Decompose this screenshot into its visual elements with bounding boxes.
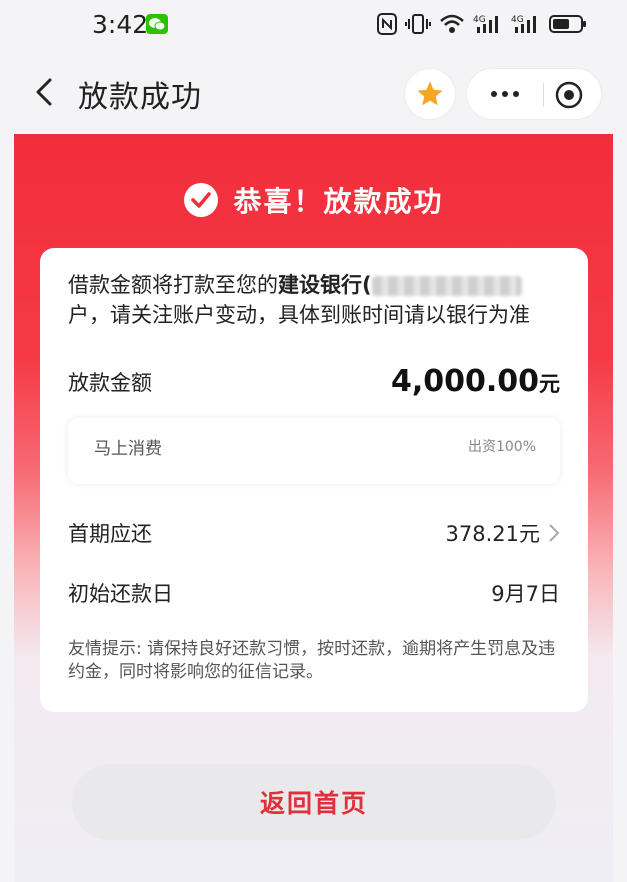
loan-amount: 4,000.00元 bbox=[391, 364, 560, 399]
hero-title: 恭喜！放款成功 bbox=[0, 180, 627, 220]
svg-text:4G: 4G bbox=[511, 15, 524, 25]
lender-box: 马上消费 出资100% bbox=[68, 418, 560, 484]
wechat-icon bbox=[146, 14, 168, 34]
page-title: 放款成功 bbox=[78, 80, 202, 115]
status-icons: 4G 4G bbox=[377, 12, 587, 36]
initial-repayment-date-row: 初始还款日 9月7日 bbox=[68, 578, 560, 608]
signal-4g-icon: 4G bbox=[473, 15, 498, 33]
status-bar: 3:42 4G 4G bbox=[0, 0, 627, 48]
favorite-button[interactable] bbox=[404, 68, 456, 120]
nav-bar: 放款成功 bbox=[0, 52, 627, 132]
capsule-divider bbox=[543, 83, 544, 107]
first-repayment-label: 首期应还 bbox=[68, 522, 152, 546]
payout-notice: 借款金额将打款至您的建设银行( 户，请关注账户变动，具体到账时间请以银行为准 bbox=[68, 270, 568, 330]
first-repayment: 378.21元 bbox=[446, 518, 560, 548]
loan-amount-unit: 元 bbox=[539, 372, 560, 396]
tips-text: 请保持良好还款习惯，按时还款，逾期将产生罚息及违约金，同时将影响您的征信记录。 bbox=[68, 639, 556, 682]
lender-share: 出资100% bbox=[467, 439, 536, 455]
svg-text:4G: 4G bbox=[473, 15, 486, 25]
star-icon bbox=[417, 81, 443, 106]
friendly-tips: 友情提示: 请保持良好还款习惯，按时还款，逾期将产生罚息及违约金，同时将影响您的… bbox=[68, 638, 562, 684]
notice-bank: 建设银行 bbox=[278, 273, 362, 297]
initial-repayment-date-label: 初始还款日 bbox=[68, 582, 173, 606]
back-icon[interactable] bbox=[28, 74, 64, 110]
wifi-icon bbox=[440, 14, 464, 33]
tips-label: 友情提示: bbox=[68, 639, 142, 659]
record-icon[interactable] bbox=[553, 79, 585, 111]
notice-prefix: 借款金额将打款至您的 bbox=[68, 273, 278, 297]
first-repayment-row[interactable]: 首期应还 378.21元 bbox=[68, 518, 560, 548]
signal-4g-icon: 4G bbox=[511, 15, 536, 33]
vibrate-icon bbox=[405, 14, 431, 34]
loan-amount-label: 放款金额 bbox=[68, 370, 152, 395]
first-repayment-value: 378.21元 bbox=[445, 522, 540, 546]
more-icon[interactable] bbox=[487, 81, 523, 107]
notice-bank-suffix: ( bbox=[362, 273, 372, 297]
chevron-right-icon bbox=[549, 524, 560, 542]
check-circle-icon bbox=[184, 183, 219, 217]
loan-amount-row: 放款金额 4,000.00元 bbox=[68, 364, 560, 399]
initial-repayment-date-value: 9月7日 bbox=[491, 582, 560, 606]
loan-info-card: 借款金额将打款至您的建设银行( 户，请关注账户变动，具体到账时间请以银行为准 放… bbox=[40, 248, 588, 712]
lender-name: 马上消费 bbox=[94, 439, 162, 459]
nfc-icon bbox=[377, 13, 397, 35]
loan-amount-value: 4,000.00 bbox=[390, 364, 539, 399]
redacted-account bbox=[371, 276, 522, 296]
notice-rest: 户，请关注账户变动，具体到账时间请以银行为准 bbox=[68, 303, 530, 327]
success-title: 恭喜！放款成功 bbox=[233, 185, 444, 218]
status-time: 3:42 bbox=[92, 10, 149, 39]
battery-icon bbox=[549, 15, 586, 33]
mini-program-capsule bbox=[466, 68, 602, 120]
return-home-button[interactable]: 返回首页 bbox=[72, 764, 556, 840]
